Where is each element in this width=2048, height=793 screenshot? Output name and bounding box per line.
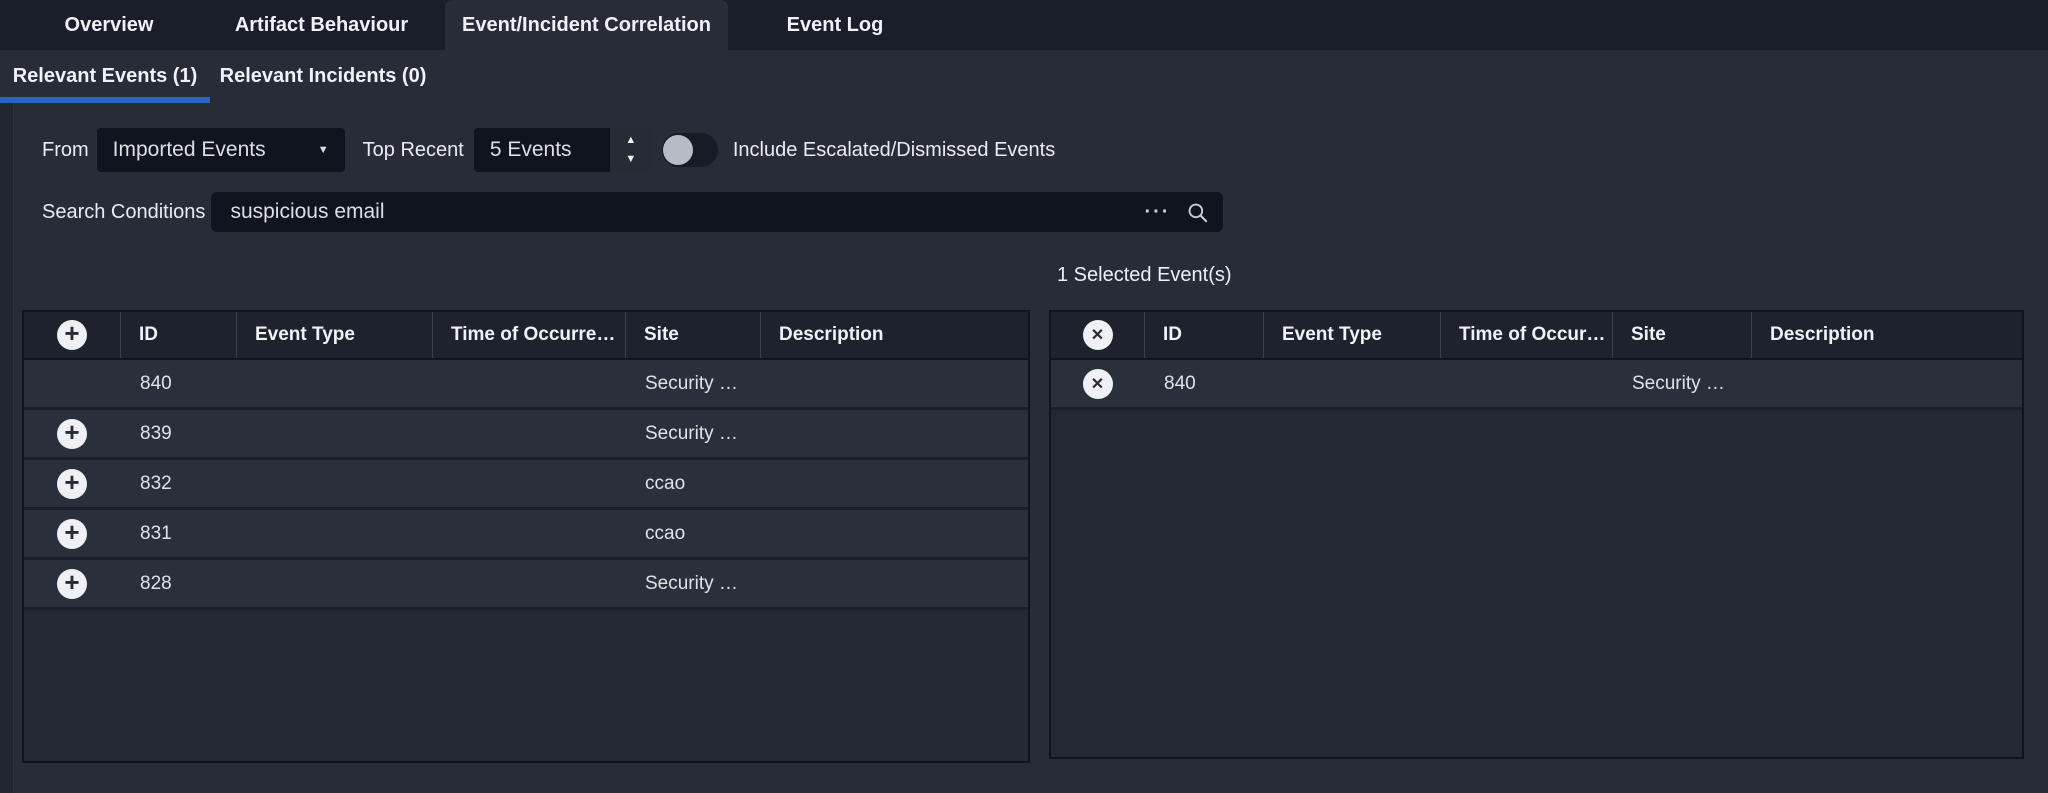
selected-events-header: ✕ ID Event Type Time of Occur… Site Desc… [1051, 312, 2022, 360]
cell-description [760, 460, 1028, 507]
cell-description [760, 560, 1028, 607]
cell-site: Security … [625, 360, 760, 407]
spinner-down-icon[interactable]: ▼ [625, 154, 636, 165]
add-event-button[interactable]: + [57, 569, 87, 599]
search-conditions-box: ··· [211, 192, 1223, 232]
subtab-relevant-incidents[interactable]: Relevant Incidents (0) [210, 50, 436, 103]
cell-id: 832 [120, 460, 236, 507]
col-description: Description [1751, 312, 2022, 358]
cell-id: 839 [120, 410, 236, 457]
cell-site: ccao [625, 460, 760, 507]
from-label: From [42, 139, 89, 162]
add-event-button[interactable]: + [57, 469, 87, 499]
add-all-events-button[interactable]: + [57, 320, 87, 350]
table-row: + 832 ccao [24, 460, 1028, 510]
top-recent-control: 5 Events ▲ ▼ [474, 128, 652, 172]
search-icon[interactable] [1186, 201, 1209, 224]
search-row: Search Conditions ··· [42, 192, 1223, 232]
cell-site: Security … [1612, 360, 1751, 407]
col-site: Site [1612, 312, 1751, 358]
sub-tab-bar: Relevant Events (1) Relevant Incidents (… [0, 50, 436, 103]
chevron-down-icon: ▼ [318, 144, 329, 156]
col-id: ID [120, 312, 236, 358]
add-event-button[interactable]: + [57, 419, 87, 449]
subtab-relevant-events[interactable]: Relevant Events (1) [0, 50, 210, 103]
remove-all-events-button[interactable]: ✕ [1083, 320, 1113, 350]
tab-overview[interactable]: Overview [20, 0, 198, 50]
col-event-type: Event Type [236, 312, 432, 358]
toggle-knob [663, 135, 693, 165]
cell-description [760, 510, 1028, 557]
cell-event-type [236, 510, 432, 557]
table-row: + 831 ccao [24, 510, 1028, 560]
row-action-cell: + [24, 560, 120, 607]
row-action-cell: + [24, 410, 120, 457]
row-action-cell: + [24, 460, 120, 507]
selected-events-summary: 1 Selected Event(s) [1057, 264, 1232, 287]
cell-time [432, 460, 625, 507]
add-event-button[interactable]: + [57, 519, 87, 549]
top-recent-spinner: ▲ ▼ [610, 128, 652, 172]
cell-id: 828 [120, 560, 236, 607]
cell-site: ccao [625, 510, 760, 557]
cell-id: 840 [1144, 360, 1263, 407]
top-recent-input[interactable]: 5 Events [474, 128, 610, 172]
table-row: + 839 Security … [24, 410, 1028, 460]
remove-event-button[interactable]: ✕ [1083, 369, 1113, 399]
subtab-relevant-events-label: Relevant Events (1) [13, 65, 198, 88]
table-row: 840 Security … [24, 360, 1028, 410]
col-time-of-occurrence: Time of Occurre… [432, 312, 625, 358]
cell-site: Security … [625, 410, 760, 457]
row-action-cell: + [24, 510, 120, 557]
include-escalated-toggle[interactable] [662, 133, 718, 167]
include-escalated-label: Include Escalated/Dismissed Events [733, 139, 1055, 162]
col-description: Description [760, 312, 1028, 358]
available-events-table: + ID Event Type Time of Occurre… Site De… [22, 310, 1030, 763]
table-row: + 828 Security … [24, 560, 1028, 610]
tab-event-log[interactable]: Event Log [728, 0, 942, 50]
col-id: ID [1144, 312, 1263, 358]
spinner-up-icon[interactable]: ▲ [625, 135, 636, 146]
event-incident-correlation-panel: Overview Artifact Behaviour Event/Incide… [0, 0, 2048, 793]
cell-time [432, 510, 625, 557]
cell-description [760, 410, 1028, 457]
cell-event-type [236, 560, 432, 607]
cell-id: 840 [120, 360, 236, 407]
row-action-cell [24, 360, 120, 407]
cell-event-type [236, 360, 432, 407]
col-site: Site [625, 312, 760, 358]
table-row: ✕ 840 Security … [1051, 360, 2022, 410]
search-conditions-input[interactable] [225, 200, 1144, 224]
filter-row: From Imported Events ▼ Top Recent 5 Even… [42, 128, 1055, 172]
cell-time [432, 560, 625, 607]
selected-events-table: ✕ ID Event Type Time of Occur… Site Desc… [1049, 310, 2024, 759]
available-events-header: + ID Event Type Time of Occurre… Site De… [24, 312, 1028, 360]
cell-event-type [1263, 360, 1440, 407]
row-action-cell: ✕ [1051, 360, 1144, 407]
search-conditions-label: Search Conditions [42, 201, 205, 224]
tab-event-incident-correlation[interactable]: Event/Incident Correlation [445, 0, 728, 50]
cell-description [1751, 360, 2022, 407]
col-time-of-occurrence: Time of Occur… [1440, 312, 1612, 358]
from-select-value: Imported Events [113, 138, 266, 162]
col-event-type: Event Type [1263, 312, 1440, 358]
cell-time [432, 360, 625, 407]
cell-event-type [236, 460, 432, 507]
cell-site: Security … [625, 560, 760, 607]
top-recent-label: Top Recent [363, 139, 464, 162]
subtab-relevant-incidents-label: Relevant Incidents (0) [220, 65, 427, 88]
left-gutter [0, 103, 14, 793]
cell-description [760, 360, 1028, 407]
cell-time [432, 410, 625, 457]
cell-id: 831 [120, 510, 236, 557]
cell-time [1440, 360, 1612, 407]
ellipsis-icon[interactable]: ··· [1144, 201, 1170, 224]
active-subtab-underline [0, 97, 210, 103]
tab-artifact-behaviour[interactable]: Artifact Behaviour [198, 0, 445, 50]
from-select[interactable]: Imported Events ▼ [97, 128, 345, 172]
cell-event-type [236, 410, 432, 457]
top-tab-bar: Overview Artifact Behaviour Event/Incide… [0, 0, 2048, 50]
